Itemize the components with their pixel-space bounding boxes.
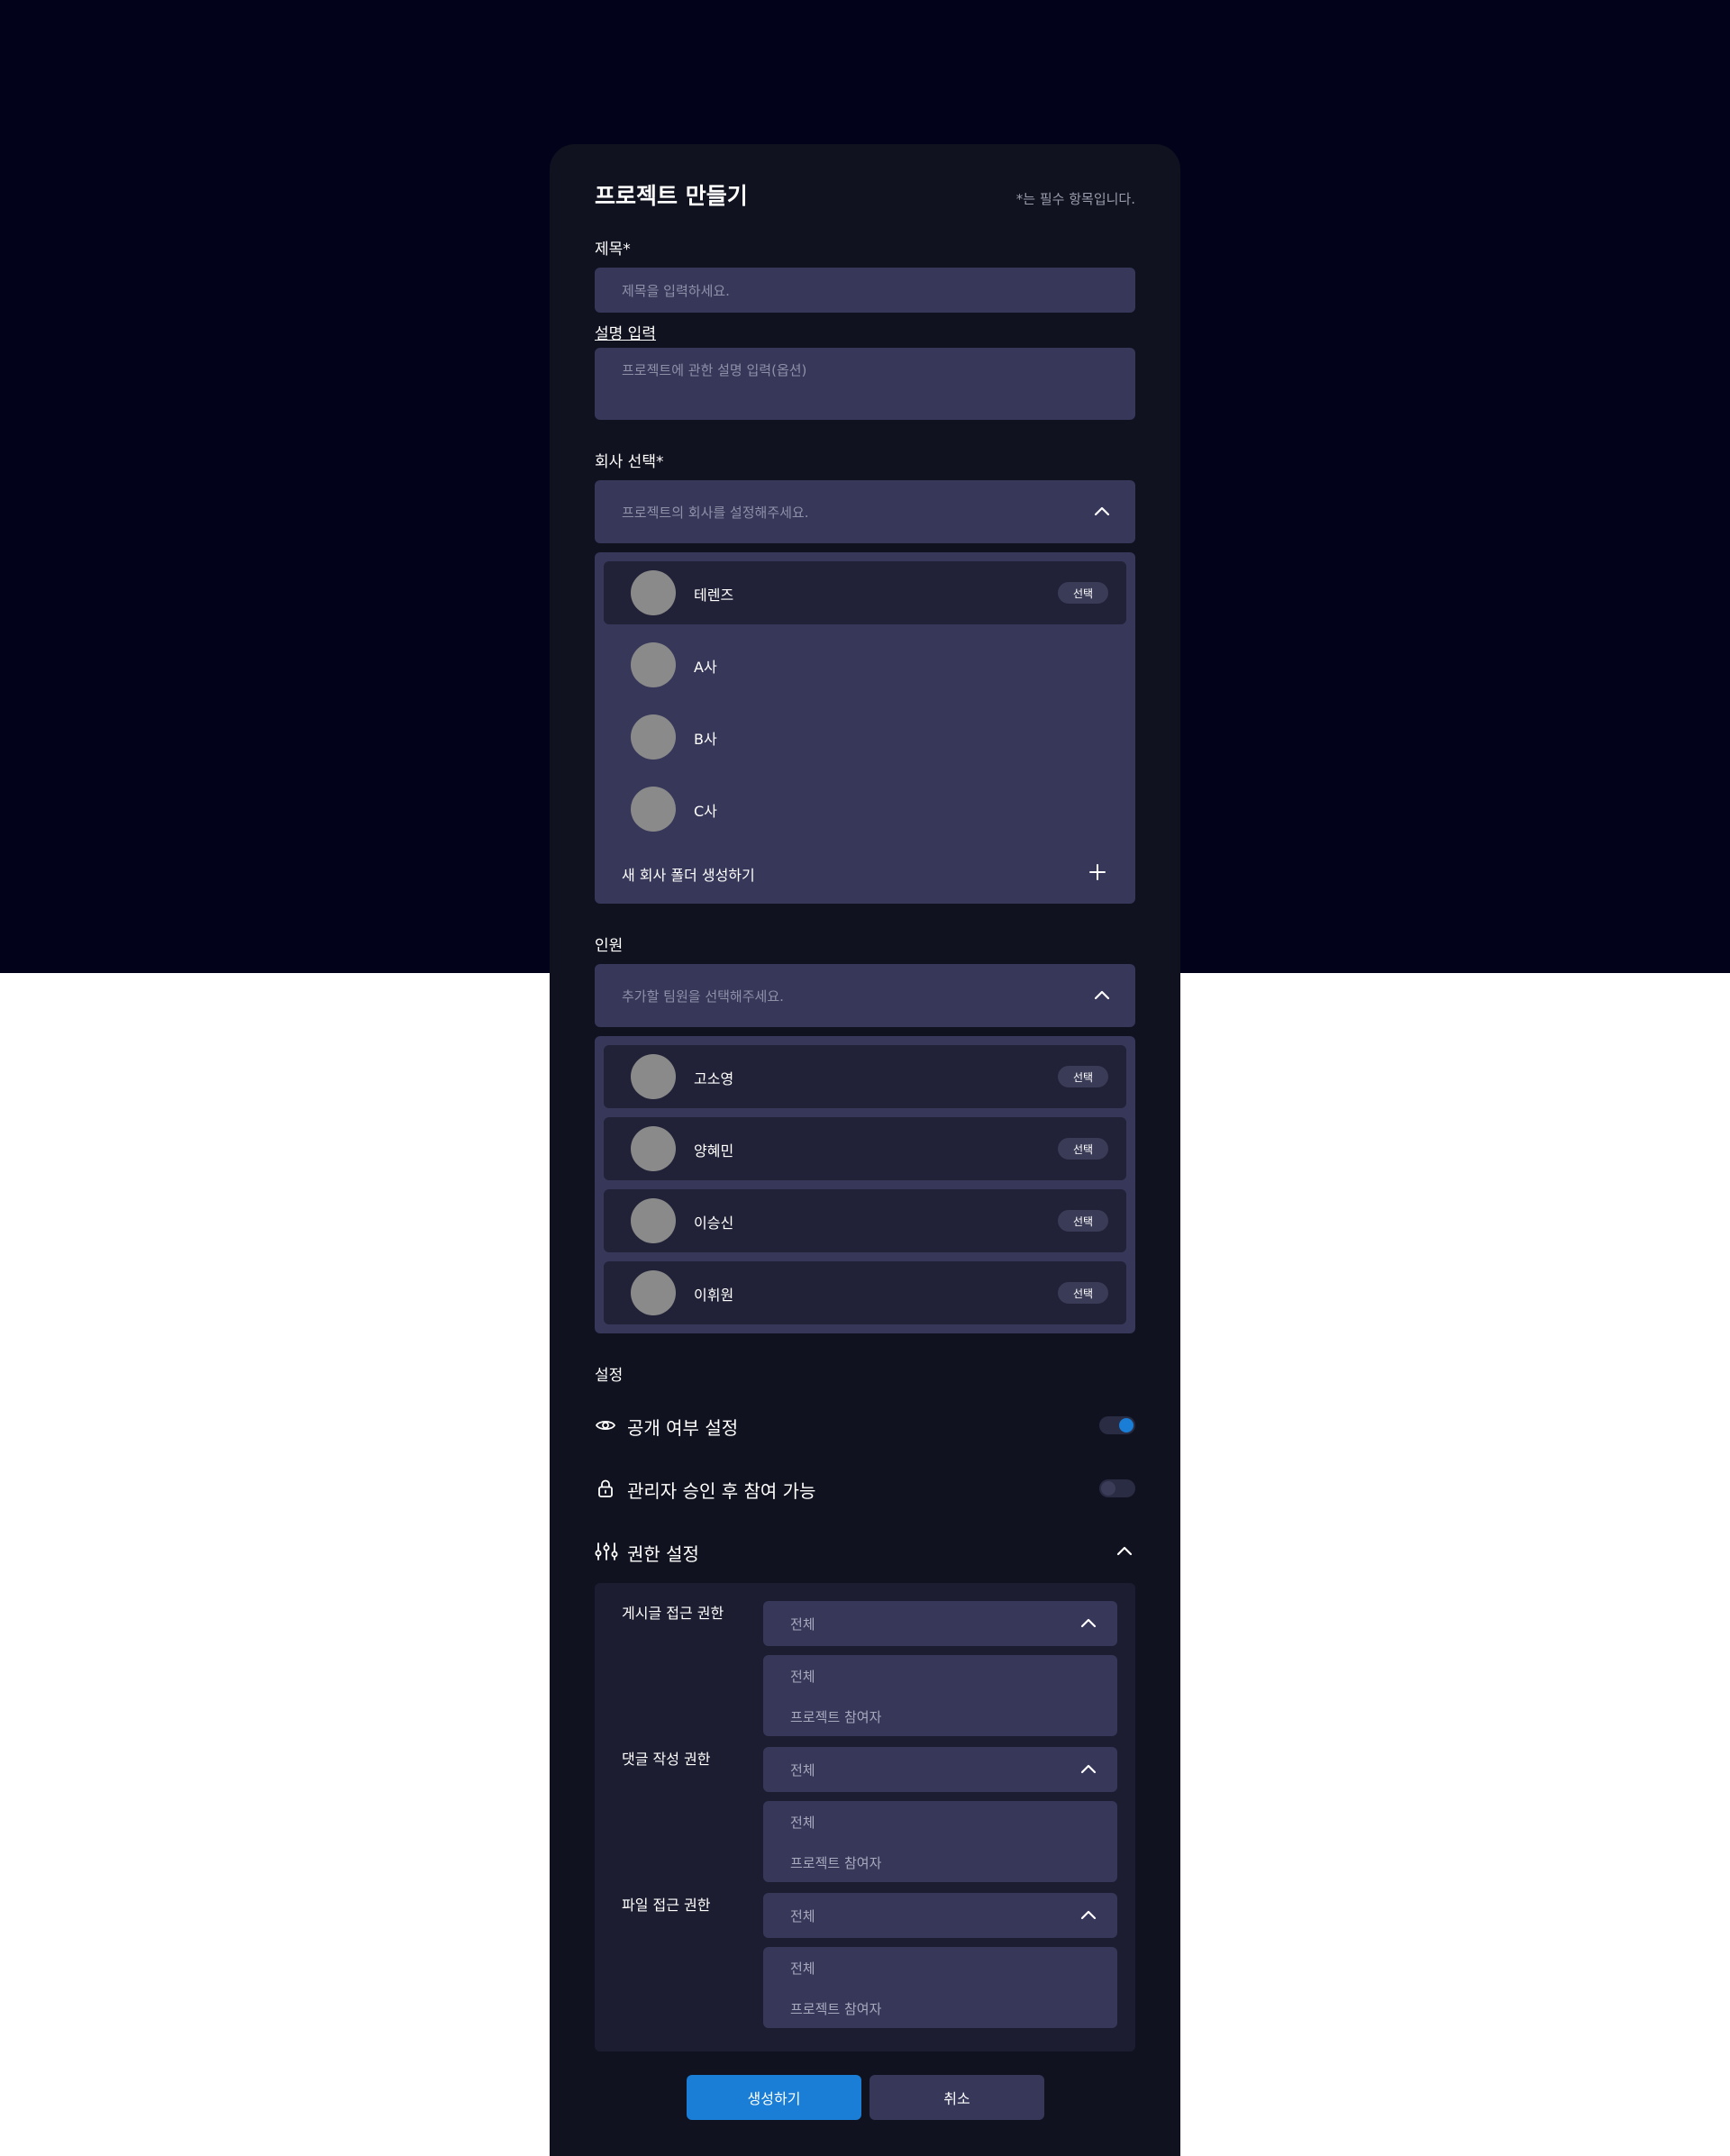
avatar [631, 787, 676, 832]
toggle-knob [1101, 1481, 1115, 1496]
option-item[interactable]: 전체 [790, 1667, 815, 1686]
permissions-label: 권한 설정 [627, 1543, 699, 1565]
permissions-header[interactable]: 권한 설정 [595, 1538, 1135, 1565]
members-placeholder: 추가할 팀원을 선택해주세요. [622, 988, 784, 1005]
avatar [631, 642, 676, 687]
company-item[interactable]: A사 [604, 633, 1126, 696]
select-badge[interactable]: 선택 [1058, 1138, 1108, 1160]
toggle-knob [1119, 1418, 1134, 1433]
option-item[interactable]: 전체 [790, 1813, 815, 1832]
member-item[interactable]: 이휘원 선택 [604, 1261, 1126, 1324]
members-list: 고소영 선택 양혜민 선택 이승신 선택 이휘원 선택 [595, 1036, 1135, 1333]
comment-permission-value: 전체 [790, 1762, 815, 1778]
cancel-button[interactable]: 취소 [870, 2075, 1044, 2120]
create-button[interactable]: 생성하기 [687, 2075, 861, 2120]
company-name: C사 [694, 803, 717, 820]
approval-setting-label: 관리자 승인 후 참여 가능 [627, 1480, 816, 1502]
option-item[interactable]: 프로젝트 참여자 [790, 1853, 881, 1872]
avatar [631, 1126, 676, 1171]
members-select[interactable]: 추가할 팀원을 선택해주세요. [595, 964, 1135, 1027]
approval-setting-row: 관리자 승인 후 참여 가능 [595, 1475, 1135, 1502]
public-toggle[interactable] [1099, 1416, 1135, 1434]
lock-icon [598, 1479, 613, 1497]
file-access-select[interactable]: 전체 [763, 1893, 1117, 1938]
new-company-folder-label: 새 회사 폴더 생성하기 [622, 867, 755, 884]
title-placeholder: 제목을 입력하세요. [622, 283, 730, 299]
comment-permission-options: 전체 프로젝트 참여자 [763, 1801, 1117, 1882]
avatar [631, 1270, 676, 1315]
member-item[interactable]: 양혜민 선택 [604, 1117, 1126, 1180]
comment-permission-label: 댓글 작성 권한 [622, 1751, 711, 1768]
company-item[interactable]: C사 [604, 778, 1126, 841]
chevron-up-icon[interactable] [1078, 1613, 1099, 1634]
company-name: B사 [694, 731, 717, 748]
post-access-label: 게시글 접근 권한 [622, 1605, 724, 1622]
select-badge[interactable]: 선택 [1058, 1282, 1108, 1304]
member-item[interactable]: 이승신 선택 [604, 1189, 1126, 1252]
file-access-value: 전체 [790, 1908, 815, 1924]
member-name: 이승신 [694, 1214, 734, 1232]
members-label: 인원 [595, 937, 624, 955]
member-item[interactable]: 고소영 선택 [604, 1045, 1126, 1108]
option-item[interactable]: 전체 [790, 1959, 815, 1978]
post-access-value: 전체 [790, 1616, 815, 1633]
company-item[interactable]: 테렌즈 선택 [604, 561, 1126, 624]
company-name: 테렌즈 [694, 587, 734, 604]
company-label: 회사 선택* [595, 453, 664, 471]
select-badge[interactable]: 선택 [1058, 1066, 1108, 1087]
post-access-options: 전체 프로젝트 참여자 [763, 1655, 1117, 1736]
avatar [631, 1054, 676, 1099]
create-project-modal: 프로젝트 만들기 *는 필수 항목입니다. 제목* 제목을 입력하세요. 설명 … [550, 144, 1180, 2156]
required-note: *는 필수 항목입니다. [1015, 191, 1135, 207]
option-item[interactable]: 프로젝트 참여자 [790, 1707, 881, 1726]
description-textarea[interactable]: 프로젝트에 관한 설명 입력(옵션) [595, 348, 1135, 420]
company-select[interactable]: 프로젝트의 회사를 설정해주세요. [595, 480, 1135, 543]
company-list: 테렌즈 선택 A사 B사 C사 새 회사 폴더 생성하기 [595, 552, 1135, 904]
chevron-up-icon[interactable] [1078, 1905, 1099, 1926]
public-setting-label: 공개 여부 설정 [627, 1417, 739, 1439]
approval-toggle[interactable] [1099, 1479, 1135, 1497]
avatar [631, 570, 676, 615]
permissions-panel: 게시글 접근 권한 전체 전체 프로젝트 참여자 댓글 작성 권한 전체 전체 … [595, 1583, 1135, 2051]
public-setting-row: 공개 여부 설정 [595, 1412, 1135, 1439]
plus-icon [1089, 864, 1106, 880]
chevron-up-icon[interactable] [1114, 1541, 1135, 1562]
company-placeholder: 프로젝트의 회사를 설정해주세요. [622, 505, 809, 521]
description-label: 설명 입력 [595, 325, 656, 343]
comment-permission-select[interactable]: 전체 [763, 1747, 1117, 1792]
member-name: 이휘원 [694, 1287, 734, 1304]
select-badge[interactable]: 선택 [1058, 582, 1108, 604]
chevron-up-icon[interactable] [1091, 985, 1113, 1006]
avatar [631, 714, 676, 760]
settings-label: 설정 [595, 1367, 624, 1385]
select-badge[interactable]: 선택 [1058, 1210, 1108, 1232]
file-access-options: 전체 프로젝트 참여자 [763, 1947, 1117, 2028]
avatar [631, 1198, 676, 1243]
chevron-up-icon[interactable] [1091, 501, 1113, 523]
company-item[interactable]: B사 [604, 705, 1126, 769]
new-company-folder-button[interactable]: 새 회사 폴더 생성하기 [595, 850, 1135, 895]
eye-icon [595, 1420, 616, 1431]
title-label: 제목* [595, 241, 631, 259]
description-placeholder: 프로젝트에 관한 설명 입력(옵션) [622, 362, 807, 378]
chevron-up-icon[interactable] [1078, 1759, 1099, 1780]
company-name: A사 [694, 659, 717, 676]
option-item[interactable]: 프로젝트 참여자 [790, 1999, 881, 2018]
modal-title: 프로젝트 만들기 [595, 183, 748, 209]
member-name: 양혜민 [694, 1142, 734, 1160]
post-access-select[interactable]: 전체 [763, 1601, 1117, 1646]
title-input[interactable]: 제목을 입력하세요. [595, 268, 1135, 313]
sliders-icon [595, 1542, 618, 1560]
member-name: 고소영 [694, 1070, 734, 1087]
file-access-label: 파일 접근 권한 [622, 1897, 711, 1914]
